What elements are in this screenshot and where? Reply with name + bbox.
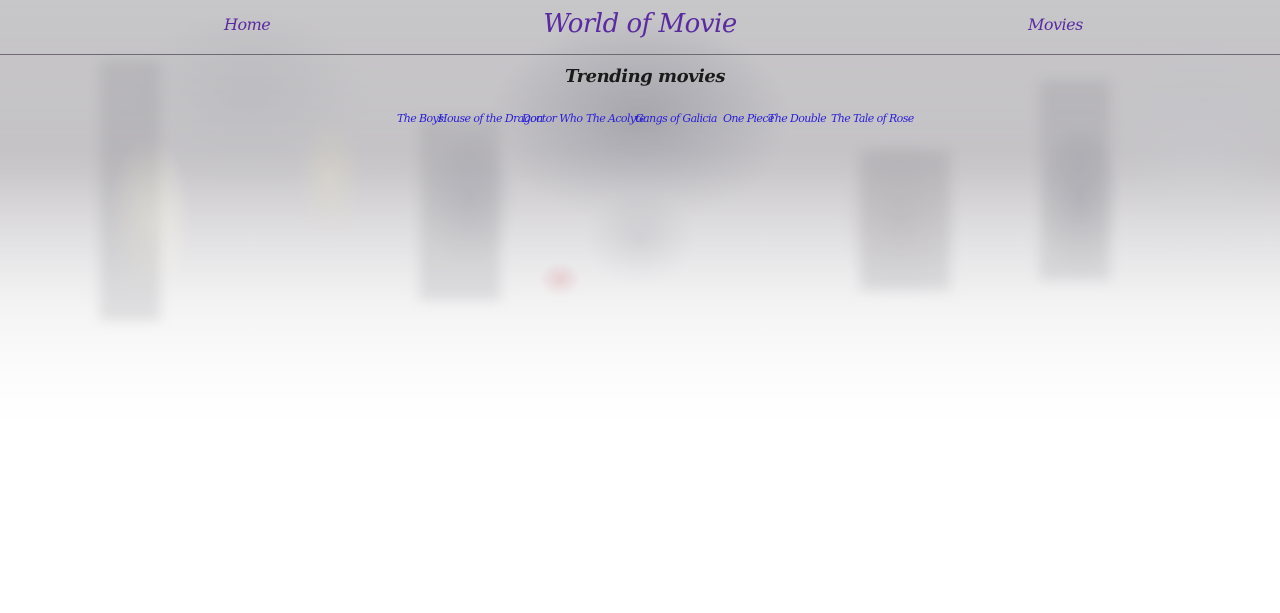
background-building <box>1040 80 1110 280</box>
city-background-image <box>0 0 1280 430</box>
top-navigation-bar: Home World of Movie Movies <box>0 0 1280 55</box>
movie-link-gangs-of-galicia[interactable]: Gangs of Galicia <box>635 112 717 125</box>
movie-link-the-boys[interactable]: The Boys <box>397 112 444 125</box>
movie-link-doctor-who[interactable]: Doctor Who <box>522 112 583 125</box>
background-building <box>420 120 500 300</box>
background-building <box>100 60 160 320</box>
movie-link-one-piece[interactable]: One Piece <box>723 112 774 125</box>
trending-movie-list: The Boys House of the Dragon Doctor Who … <box>0 112 1280 130</box>
movie-link-the-double[interactable]: The Double <box>768 112 827 125</box>
background-building <box>860 150 950 290</box>
movie-link-the-tale-of-rose[interactable]: The Tale of Rose <box>831 112 914 125</box>
site-title: World of Movie <box>543 9 737 39</box>
trending-heading: Trending movies <box>565 66 725 87</box>
nav-movies-link[interactable]: Movies <box>1028 15 1083 34</box>
